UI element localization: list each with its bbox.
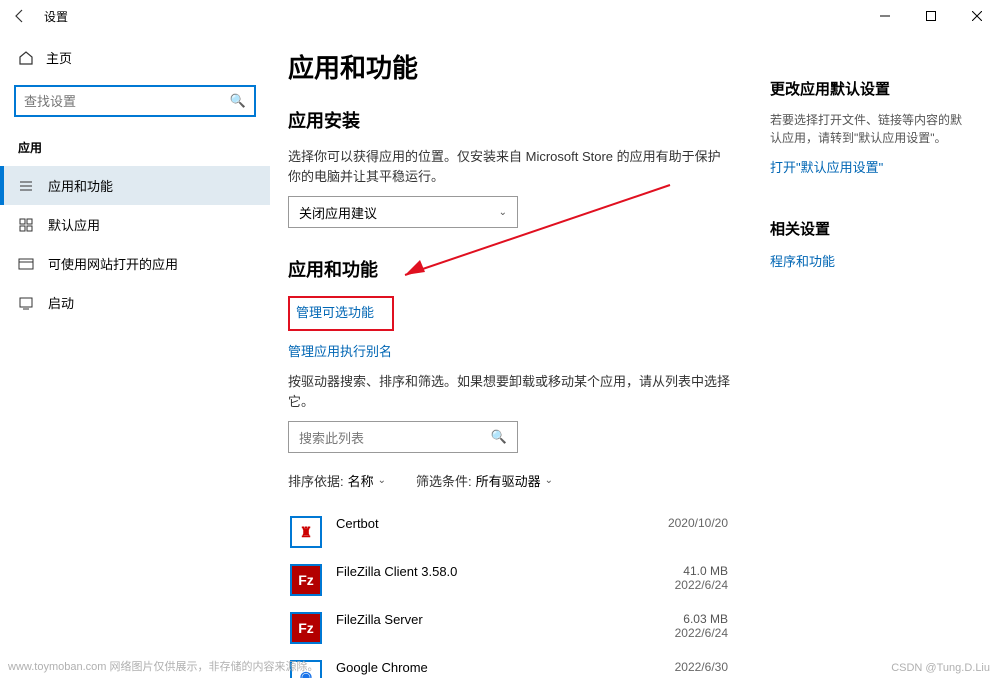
page-heading: 应用和功能 — [288, 48, 730, 85]
nav-startup[interactable]: 启动 — [0, 283, 270, 322]
sort-by-control[interactable]: 排序依据: 名称 ⌄ — [288, 471, 386, 490]
nav-label: 应用和功能 — [48, 176, 113, 195]
close-button[interactable] — [954, 0, 1000, 32]
search-app-list-box[interactable]: 搜索此列表 🔍 — [288, 421, 518, 453]
chevron-down-icon: ⌄ — [499, 207, 507, 218]
search-icon: 🔍 — [491, 429, 507, 445]
home-icon — [18, 50, 34, 66]
home-nav[interactable]: 主页 — [0, 40, 270, 75]
window-titlebar: 设置 — [0, 0, 1000, 32]
nav-label: 默认应用 — [48, 215, 100, 234]
search-icon: 🔍 — [230, 93, 246, 109]
app-icon: Fz — [290, 564, 322, 596]
features-section-title: 应用和功能 — [288, 256, 730, 282]
search-settings-input[interactable] — [24, 94, 230, 109]
app-list-item[interactable]: ◉ Google Chrome 2022/6/30 — [288, 652, 730, 678]
maximize-button[interactable] — [908, 0, 954, 32]
website-icon — [18, 256, 34, 272]
defaults-icon — [18, 217, 34, 233]
chevron-down-icon: ⌄ — [378, 475, 386, 486]
app-list-item[interactable]: ♜ Certbot 2020/10/20 — [288, 508, 730, 556]
app-name: Google Chrome — [336, 660, 634, 675]
nav-website-apps[interactable]: 可使用网站打开的应用 — [0, 244, 270, 283]
app-meta: 41.0 MB 2022/6/24 — [648, 564, 728, 592]
dropdown-value: 关闭应用建议 — [299, 203, 377, 222]
app-list-item[interactable]: Fz FileZilla Client 3.58.0 41.0 MB 2022/… — [288, 556, 730, 604]
install-section-title: 应用安装 — [288, 107, 730, 133]
install-desc: 选择你可以获得应用的位置。仅安装来自 Microsoft Store 的应用有助… — [288, 147, 730, 186]
app-list-item[interactable]: Fz FileZilla Server 6.03 MB 2022/6/24 — [288, 604, 730, 652]
minimize-button[interactable] — [862, 0, 908, 32]
filter-value: 所有驱动器 — [476, 471, 541, 490]
app-meta: 6.03 MB 2022/6/24 — [648, 612, 728, 640]
related-settings-title: 相关设置 — [770, 218, 970, 239]
nav-label: 可使用网站打开的应用 — [48, 254, 178, 273]
footer-watermark-right: CSDN @Tung.D.Liu — [891, 662, 990, 674]
app-icon: Fz — [290, 612, 322, 644]
programs-features-link[interactable]: 程序和功能 — [770, 251, 835, 270]
sort-label: 排序依据: — [288, 471, 344, 490]
list-icon — [18, 178, 34, 194]
chevron-down-icon: ⌄ — [545, 475, 553, 486]
open-default-apps-link[interactable]: 打开"默认应用设置" — [770, 157, 883, 176]
manage-optional-features-link[interactable]: 管理可选功能 — [288, 296, 394, 331]
search-settings-box[interactable]: 🔍 — [14, 85, 256, 117]
manage-app-aliases-link[interactable]: 管理应用执行别名 — [288, 341, 392, 360]
sort-value: 名称 — [348, 471, 374, 490]
install-source-dropdown[interactable]: 关闭应用建议 ⌄ — [288, 196, 518, 228]
main-content: 应用和功能 应用安装 选择你可以获得应用的位置。仅安装来自 Microsoft … — [288, 48, 730, 678]
footer-watermark-left: www.toymoban.com 网络图片仅供展示，非存储的内容来源除。 — [8, 658, 318, 674]
app-meta: 2022/6/30 — [648, 660, 728, 674]
app-list: ♜ Certbot 2020/10/20 Fz FileZilla Client… — [288, 508, 730, 678]
category-label: 应用 — [0, 135, 270, 166]
search-placeholder: 搜索此列表 — [299, 428, 364, 447]
change-defaults-text: 若要选择打开文件、链接等内容的默认应用，请转到"默认应用设置"。 — [770, 111, 970, 147]
window-controls — [862, 0, 1000, 32]
filter-label: 筛选条件: — [416, 471, 472, 490]
filter-by-control[interactable]: 筛选条件: 所有驱动器 ⌄ — [416, 471, 553, 490]
app-name: FileZilla Client 3.58.0 — [336, 564, 634, 579]
home-label: 主页 — [46, 48, 72, 67]
nav-label: 启动 — [48, 293, 74, 312]
nav-apps-features[interactable]: 应用和功能 — [0, 166, 270, 205]
app-icon: ♜ — [290, 516, 322, 548]
app-name: Certbot — [336, 516, 634, 531]
back-button[interactable] — [8, 4, 32, 28]
app-meta: 2020/10/20 — [648, 516, 728, 530]
app-name: FileZilla Server — [336, 612, 634, 627]
side-panel: 更改应用默认设置 若要选择打开文件、链接等内容的默认应用，请转到"默认应用设置"… — [770, 48, 970, 678]
features-desc: 按驱动器搜索、排序和筛选。如果想要卸载或移动某个应用，请从列表中选择它。 — [288, 372, 730, 411]
change-defaults-title: 更改应用默认设置 — [770, 78, 970, 99]
nav-default-apps[interactable]: 默认应用 — [0, 205, 270, 244]
window-title: 设置 — [44, 8, 68, 25]
sidebar: 主页 🔍 应用 应用和功能 默认应用 可使用网站打开的应用 启动 — [0, 32, 270, 678]
startup-icon — [18, 295, 34, 311]
